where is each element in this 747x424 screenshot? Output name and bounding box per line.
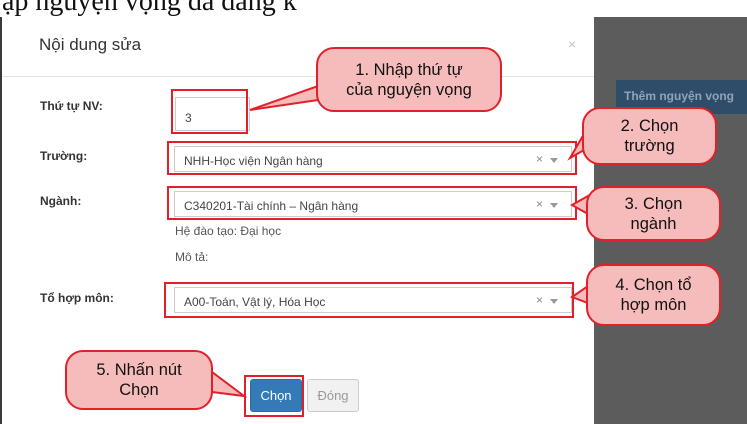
callout-step-3: 3. Chọn ngành [586,186,721,241]
callout-3-line-1: 3. Chọn [624,194,683,213]
callout-2-line-2: trường [624,137,675,155]
description-text: Mô tả: [175,250,209,264]
major-label: Ngành: [40,194,82,208]
callout-step-4: 4. Chọn tổ hợp môn [586,264,721,326]
training-system-text: Hệ đào tạo: Đại học [175,224,282,238]
callout-1-line-1: 1. Nhập thứ tự [355,60,463,79]
callout-4-line-2: hợp môn [620,296,687,314]
callout-step-1: 1. Nhập thứ tự của nguyện vọng [316,47,502,112]
callout-5-line-2: Chọn [119,381,159,399]
major-highlight [167,186,577,220]
order-highlight [171,89,248,134]
callout-3-line-2: ngành [630,214,677,233]
callout-step-5: 5. Nhấn nút Chọn [65,350,213,410]
order-label: Thứ tự NV: [40,99,103,113]
choose-highlight [244,375,304,417]
school-label: Trường: [40,149,88,163]
school-highlight [167,141,577,175]
combo-highlight [164,282,574,318]
dialog-title: Nội dung sửa [39,35,142,54]
callout-2-line-1: 2. Chọn [620,117,679,135]
callout-1-line-2: của nguyện vọng [346,80,472,99]
close-icon[interactable]: × [568,36,576,52]
dialog-header: Nội dung sửa × [2,17,594,77]
combo-label: Tổ hợp môn: [40,291,114,305]
callout-step-2: 2. Chọn trường [582,107,717,165]
callout-4-line-1: 4. Chọn tổ [615,276,692,294]
document-heading-fragment: ập nguyện vọng đã đăng k [2,0,297,17]
callout-5-line-1: 5. Nhấn nút [96,361,182,379]
close-button[interactable]: Đóng [307,379,359,412]
